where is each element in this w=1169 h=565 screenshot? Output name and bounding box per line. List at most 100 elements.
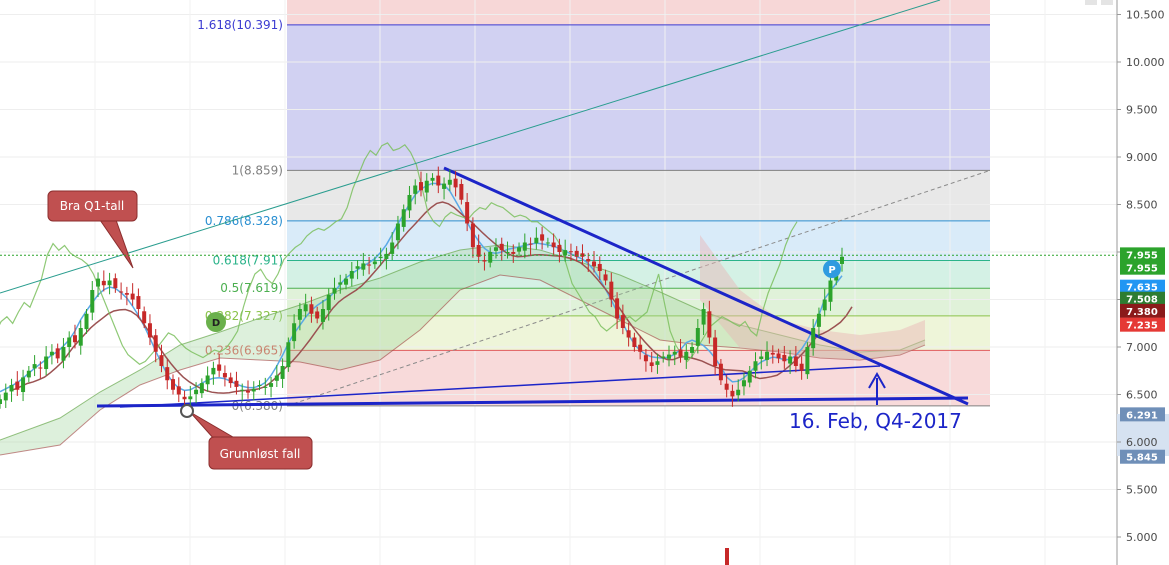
candle-body-16 bbox=[90, 290, 95, 313]
candle-body-21 bbox=[119, 291, 124, 293]
candle-body-46 bbox=[263, 386, 268, 388]
candle-body-9 bbox=[49, 351, 54, 356]
candle-body-119 bbox=[684, 351, 689, 360]
candle-body-124 bbox=[713, 337, 718, 366]
candle-body-137 bbox=[788, 356, 793, 364]
candle-body-32 bbox=[182, 396, 187, 400]
candle-body-127 bbox=[730, 390, 735, 397]
fib-label-1: 1(8.859) bbox=[232, 163, 283, 177]
candle-body-102 bbox=[586, 259, 591, 262]
tick-label-10: 5.500 bbox=[1126, 484, 1158, 497]
candle-body-132 bbox=[759, 356, 764, 359]
candle-body-130 bbox=[747, 370, 752, 383]
candle-body-108 bbox=[620, 315, 625, 328]
callout-q1-text: Bra Q1-tall bbox=[60, 199, 124, 213]
candle-body-107 bbox=[615, 298, 620, 319]
tick-label-7: 7.000 bbox=[1126, 341, 1158, 354]
event-marker-label: P bbox=[828, 265, 835, 276]
price-tag-label-6: 6.291 bbox=[1126, 410, 1158, 421]
candle-body-117 bbox=[672, 351, 677, 355]
candle-body-75 bbox=[430, 177, 435, 181]
candle-body-82 bbox=[470, 223, 475, 248]
price-tag-label-7: 5.845 bbox=[1126, 453, 1158, 464]
candle-body-106 bbox=[609, 281, 614, 300]
candle-body-38 bbox=[217, 364, 222, 371]
tick-label-3: 9.000 bbox=[1126, 151, 1158, 164]
fib-band-2 bbox=[287, 170, 990, 221]
anchor-circle bbox=[180, 404, 194, 418]
candle-body-68 bbox=[390, 242, 395, 254]
candle-body-71 bbox=[407, 195, 412, 211]
candle-body-60 bbox=[344, 278, 349, 285]
chart-svg[interactable]: 1.618(10.391)1(8.859)0.786(8.328)0.618(7… bbox=[0, 0, 1169, 565]
candle-body-95 bbox=[545, 242, 550, 244]
candle-body-62 bbox=[355, 266, 360, 269]
candle-body-63 bbox=[361, 263, 366, 270]
candle-body-118 bbox=[678, 349, 683, 357]
candle-body-92 bbox=[528, 243, 533, 245]
candle-body-109 bbox=[626, 330, 631, 338]
candle-body-39 bbox=[222, 373, 227, 378]
candle-body-0 bbox=[0, 399, 2, 404]
candle-body-26 bbox=[147, 323, 152, 338]
candle-body-34 bbox=[194, 389, 199, 395]
candle-body-15 bbox=[84, 313, 89, 330]
tick-label-4: 8.500 bbox=[1126, 199, 1158, 212]
candle-body-98 bbox=[563, 250, 568, 256]
candle-body-93 bbox=[534, 237, 539, 244]
candle-body-33 bbox=[188, 396, 193, 400]
candle-body-141 bbox=[811, 328, 816, 349]
candle-body-128 bbox=[736, 389, 741, 396]
candle-body-85 bbox=[488, 252, 493, 263]
candle-body-53 bbox=[303, 304, 308, 312]
candle-body-44 bbox=[251, 388, 256, 392]
chart-area[interactable]: 1.618(10.391) 1(8.859) 0.786(8.328) 0.618(7… bbox=[0, 0, 1169, 565]
candle-body-43 bbox=[245, 390, 250, 393]
candle-body-20 bbox=[113, 278, 118, 289]
candle-body-104 bbox=[597, 263, 602, 271]
tick-label-11: 5.000 bbox=[1126, 531, 1158, 544]
tick-label-1: 10.000 bbox=[1126, 56, 1165, 69]
candle-body-94 bbox=[540, 234, 545, 241]
candle-body-86 bbox=[493, 247, 498, 251]
tick-label-0: 10.500 bbox=[1126, 9, 1165, 22]
candle-body-87 bbox=[499, 243, 504, 251]
candle-body-67 bbox=[384, 253, 389, 260]
candle-body-100 bbox=[574, 250, 579, 257]
candle-body-25 bbox=[142, 311, 147, 324]
candle-body-80 bbox=[459, 183, 464, 200]
chart-scale-icon bbox=[1101, 0, 1113, 5]
candle-body-69 bbox=[395, 223, 400, 241]
fib-band-0 bbox=[287, 0, 990, 25]
candle-body-78 bbox=[447, 179, 452, 185]
volume-bar bbox=[725, 548, 729, 565]
candle-body-18 bbox=[101, 280, 106, 286]
candle-body-61 bbox=[349, 271, 354, 279]
candle-body-17 bbox=[96, 278, 101, 287]
candle-body-96 bbox=[551, 242, 556, 248]
dividend-marker-label: D bbox=[212, 318, 220, 329]
candle-body-24 bbox=[136, 296, 141, 309]
candle-body-136 bbox=[782, 354, 787, 362]
price-tag-label-1: 7.955 bbox=[1126, 264, 1158, 275]
candle-body-28 bbox=[159, 355, 164, 366]
candle-body-120 bbox=[690, 347, 695, 353]
candle-body-131 bbox=[753, 361, 758, 371]
candle-body-37 bbox=[211, 367, 216, 375]
candle-body-76 bbox=[436, 175, 441, 186]
price-tag-label-0: 7.955 bbox=[1126, 250, 1158, 261]
date-note: 16. Feb, Q4-2017 bbox=[789, 409, 962, 433]
candle-body-35 bbox=[199, 383, 204, 394]
candle-body-4 bbox=[21, 377, 26, 393]
candle-body-40 bbox=[228, 377, 233, 384]
candle-body-52 bbox=[297, 309, 302, 320]
candle-body-138 bbox=[793, 356, 798, 366]
candle-body-12 bbox=[67, 337, 72, 347]
fib-label-1.618: 1.618(10.391) bbox=[197, 18, 283, 32]
candle-body-58 bbox=[332, 288, 337, 294]
candle-body-89 bbox=[511, 252, 516, 254]
candle-body-48 bbox=[274, 375, 279, 381]
candle-body-143 bbox=[822, 299, 827, 311]
candle-body-72 bbox=[413, 185, 418, 194]
candle-body-115 bbox=[661, 356, 666, 358]
